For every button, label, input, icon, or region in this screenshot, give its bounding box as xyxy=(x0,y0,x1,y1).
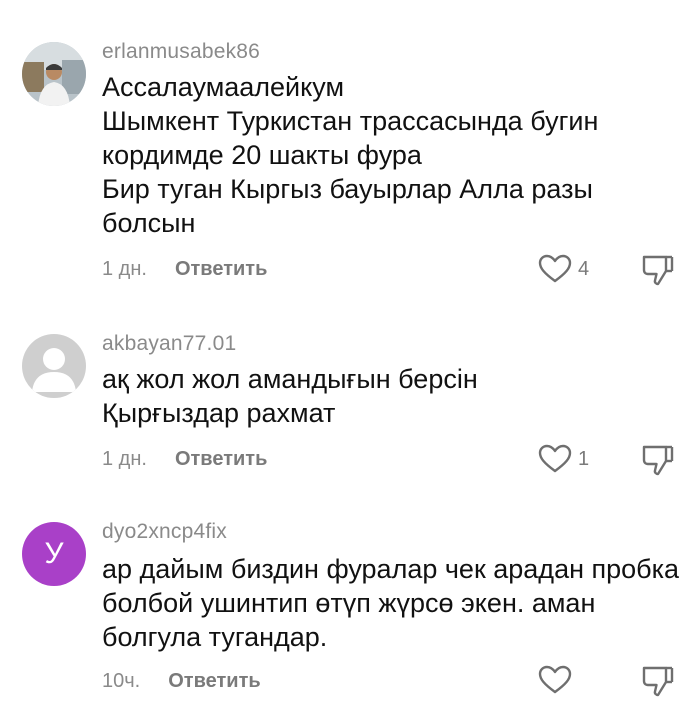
dislike-button[interactable] xyxy=(640,664,676,698)
timestamp: 1 дн. xyxy=(102,447,147,470)
dislike-button[interactable] xyxy=(640,443,676,477)
comment-meta: 1 дн. Ответить xyxy=(102,255,267,283)
comment-meta: 1 дн. Ответить xyxy=(102,445,267,473)
default-avatar-icon xyxy=(22,334,86,398)
dislike-icon xyxy=(642,255,674,286)
timestamp: 1 дн. xyxy=(102,257,147,280)
avatar-letter: У xyxy=(22,522,86,586)
reply-button[interactable]: Ответить xyxy=(168,670,260,693)
like-count: 1 xyxy=(578,447,590,470)
username[interactable]: erlanmusabek86 xyxy=(102,40,260,64)
reply-button[interactable]: Ответить xyxy=(175,448,267,471)
dislike-icon xyxy=(642,666,674,697)
like-button[interactable]: 1 xyxy=(538,443,589,475)
reply-button[interactable]: Ответить xyxy=(175,258,267,281)
comment-meta: 10ч. Ответить xyxy=(102,667,261,695)
comment-text: ақ жол жол амандығын берсін Қырғыздар ра… xyxy=(102,364,478,428)
avatar[interactable]: У xyxy=(22,522,86,586)
comment-text: ар дайым биздин фуралар чек арадан пробк… xyxy=(102,554,680,652)
user-photo-icon xyxy=(22,42,86,106)
dislike-button[interactable] xyxy=(640,253,676,287)
avatar[interactable] xyxy=(22,42,86,106)
avatar[interactable] xyxy=(22,334,86,398)
username[interactable]: dyo2xncp4fix xyxy=(102,520,227,544)
like-count: 4 xyxy=(578,257,590,280)
like-button[interactable] xyxy=(538,664,578,696)
comment-text: Ассалаумаалейкум Шымкент Туркистан трасс… xyxy=(102,72,599,238)
heart-icon xyxy=(538,254,572,283)
heart-icon xyxy=(538,665,572,694)
dislike-icon xyxy=(642,445,674,476)
timestamp: 10ч. xyxy=(102,669,141,692)
username[interactable]: akbayan77.01 xyxy=(102,332,236,356)
like-button[interactable]: 4 xyxy=(538,253,589,285)
heart-icon xyxy=(538,444,572,473)
